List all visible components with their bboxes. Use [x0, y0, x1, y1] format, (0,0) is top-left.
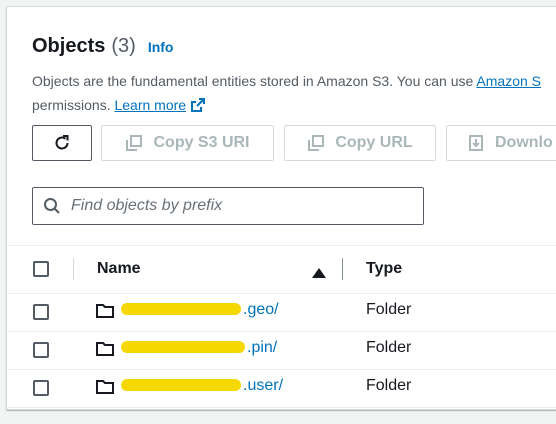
- copy-url-button[interactable]: Copy URL: [284, 125, 436, 161]
- object-type: Folder: [366, 301, 412, 318]
- refresh-icon: [52, 133, 72, 153]
- row-checkbox[interactable]: [33, 342, 49, 358]
- object-name-link[interactable]: .user/: [121, 377, 283, 395]
- redaction-mark: [121, 303, 241, 315]
- table-row[interactable]: .user/ Folder: [7, 369, 556, 408]
- copy-url-label: Copy URL: [335, 134, 413, 151]
- copy-icon: [125, 134, 143, 152]
- search-field[interactable]: [32, 187, 424, 225]
- row-checkbox[interactable]: [33, 380, 49, 396]
- external-link-icon[interactable]: [190, 96, 206, 120]
- description-text-2: permissions.: [32, 97, 115, 113]
- sort-ascending-icon[interactable]: [312, 265, 326, 283]
- search-icon: [43, 197, 61, 215]
- row-checkbox[interactable]: [33, 304, 49, 320]
- table-header: Name Type: [7, 245, 556, 294]
- folder-icon: [96, 303, 114, 324]
- search-input[interactable]: [69, 196, 413, 216]
- copy-icon: [307, 134, 325, 152]
- object-type: Folder: [366, 339, 412, 356]
- table-row[interactable]: .geo/ Folder: [7, 293, 556, 332]
- refresh-button[interactable]: [32, 125, 92, 161]
- object-name-link[interactable]: .pin/: [121, 339, 277, 357]
- amazon-s3-link[interactable]: Amazon S: [476, 73, 541, 89]
- object-count: (3): [111, 35, 136, 57]
- copy-s3-uri-label: Copy S3 URI: [153, 134, 250, 151]
- learn-more-link[interactable]: Learn more: [114, 97, 186, 113]
- column-divider: [73, 258, 74, 280]
- download-button[interactable]: Downlo: [446, 125, 556, 161]
- table-row[interactable]: .pin/ Folder: [7, 331, 556, 370]
- description-text: Objects are the fundamental entities sto…: [32, 73, 477, 89]
- copy-s3-uri-button[interactable]: Copy S3 URI: [101, 125, 274, 161]
- objects-panel: Objects (3) Info Objects are the fundame…: [6, 6, 556, 410]
- description: Objects are the fundamental entities sto…: [32, 69, 541, 120]
- select-all-checkbox[interactable]: [33, 261, 49, 277]
- download-label: Downlo: [495, 134, 553, 151]
- redaction-mark: [121, 379, 241, 391]
- info-link[interactable]: Info: [148, 39, 174, 55]
- object-name-link[interactable]: .geo/: [121, 301, 279, 319]
- folder-icon: [96, 379, 114, 400]
- object-type: Folder: [366, 377, 412, 394]
- folder-icon: [96, 341, 114, 362]
- column-header-name[interactable]: Name: [97, 260, 141, 278]
- download-icon: [467, 134, 485, 152]
- column-resizer[interactable]: [342, 258, 343, 280]
- redaction-mark: [121, 341, 245, 353]
- page-title: Objects: [32, 35, 106, 57]
- objects-header: Objects (3) Info: [32, 35, 173, 58]
- column-header-type[interactable]: Type: [366, 260, 402, 278]
